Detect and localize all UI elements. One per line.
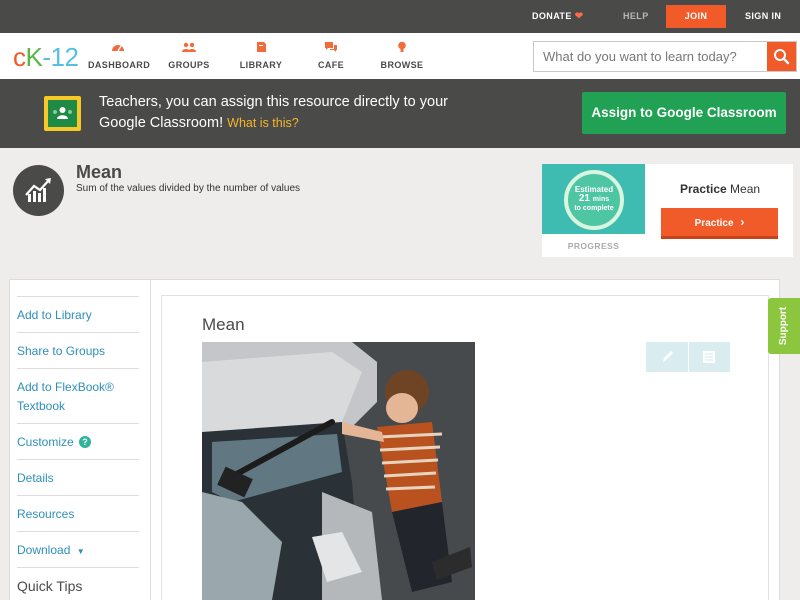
quick-tips-heading: Quick Tips (17, 567, 139, 600)
practice-button[interactable]: Practice › (661, 208, 778, 239)
join-button[interactable]: JOIN (666, 5, 726, 28)
donate-link[interactable]: DONATE ❤ (532, 0, 584, 33)
nav-dashboard-label: DASHBOARD (88, 60, 151, 70)
concept-icon (13, 165, 64, 216)
logo-c: c (13, 42, 26, 72)
nav-browse-label: BROWSE (380, 60, 424, 70)
help-icon[interactable]: ? (79, 436, 92, 448)
heart-icon: ❤ (574, 11, 584, 22)
nav-groups-label: GROUPS (168, 60, 210, 70)
sidebar-item-add-to-flexbook[interactable]: Add to FlexBook® Textbook (17, 368, 139, 423)
sign-in-link[interactable]: SIGN IN (745, 0, 781, 33)
sidebar-item-resources[interactable]: Resources (17, 495, 139, 531)
groups-icon (182, 42, 196, 52)
progress-panel: Estimated 21 mins to complete (542, 164, 645, 234)
practice-card: Estimated 21 mins to complete PROGRESS P… (542, 164, 793, 257)
classroom-message: Teachers, you can assign this resource d… (99, 92, 459, 134)
help-link[interactable]: HELP (623, 0, 649, 33)
search-box (533, 41, 797, 72)
donate-label: DONATE (532, 11, 572, 21)
minutes-value: 21 (578, 193, 590, 204)
to-complete-label: to complete (574, 205, 614, 212)
estimate-badge: Estimated 21 mins to complete (564, 170, 624, 230)
nav-cafe-label: CAFE (317, 60, 345, 70)
logo-num: -12 (42, 42, 79, 72)
caret-down-icon: ▼ (76, 547, 85, 556)
tools-divider (688, 342, 689, 372)
support-tab[interactable]: Support (768, 298, 800, 354)
google-classroom-icon (44, 96, 81, 131)
progress-label: PROGRESS (567, 241, 620, 251)
sidebar-item-details[interactable]: Details (17, 459, 139, 495)
notes-icon[interactable] (701, 349, 717, 365)
practice-title-rest: Mean (730, 182, 761, 196)
sidebar-item-add-to-library[interactable]: Add to Library (17, 296, 139, 332)
nav-browse[interactable]: BROWSE (378, 33, 426, 79)
sidebar-item-download[interactable]: Download ▼ (17, 531, 139, 567)
left-sidebar: Add to Library Share to Groups Add to Fl… (9, 279, 150, 600)
concept-title: Mean (76, 162, 123, 182)
logo-k: K (25, 42, 43, 72)
support-label: Support (778, 306, 789, 346)
content-tools (646, 342, 730, 372)
sidebar-item-customize[interactable]: Customize ? (17, 423, 139, 459)
practice-title-bold: Practice (680, 182, 727, 196)
estimate-minutes: 21 mins (568, 193, 620, 204)
download-label: Download (17, 543, 71, 557)
pencil-icon[interactable] (660, 349, 676, 365)
nav-groups[interactable]: GROUPS (164, 33, 214, 79)
practice-button-label: Practice (694, 218, 734, 229)
nav-library[interactable]: LIBRARY (236, 33, 286, 79)
lesson-image (202, 342, 475, 600)
practice-title: Practice Mean (680, 182, 760, 196)
search-input[interactable] (534, 42, 768, 71)
chevron-right-icon: › (740, 215, 745, 229)
sidebar-item-share-to-groups[interactable]: Share to Groups (17, 332, 139, 368)
browse-icon (398, 41, 406, 52)
customize-label: Customize (17, 435, 74, 449)
assign-to-google-classroom-button[interactable]: Assign to Google Classroom (582, 92, 786, 134)
top-utility-bar: DONATE ❤ HELP JOIN SIGN IN (0, 0, 800, 33)
trend-chart-icon (25, 178, 51, 202)
nav-library-label: LIBRARY (239, 60, 283, 70)
ck12-logo[interactable]: cK-12 (13, 42, 79, 73)
mins-label: mins (592, 196, 610, 203)
google-classroom-banner: Teachers, you can assign this resource d… (0, 79, 800, 148)
nav-dashboard[interactable]: DASHBOARD (88, 33, 151, 79)
lesson-title: Mean (202, 315, 245, 334)
concept-description: Sum of the values divided by the number … (76, 183, 301, 194)
cafe-icon (325, 42, 337, 52)
library-icon (257, 42, 266, 52)
search-icon (774, 49, 790, 65)
search-button[interactable] (767, 42, 796, 71)
main-navbar: cK-12 DASHBOARD GROUPS LIBRARY CAFE BROW… (0, 33, 800, 79)
nav-cafe[interactable]: CAFE (311, 33, 351, 79)
what-is-this-link[interactable]: What is this? (227, 116, 299, 130)
dashboard-icon (112, 45, 124, 52)
